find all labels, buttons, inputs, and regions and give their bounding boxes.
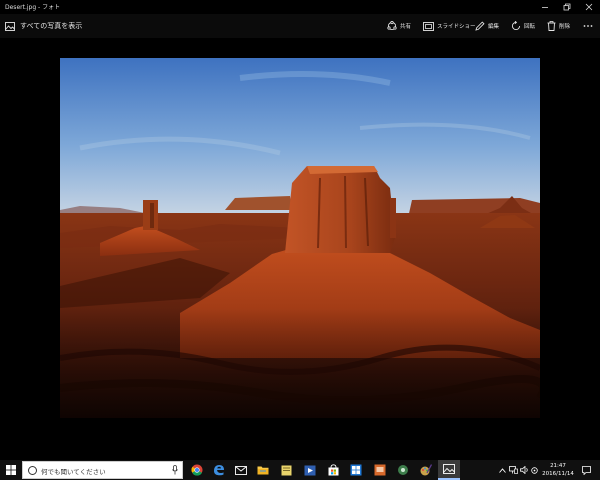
delete-label: 削除 bbox=[559, 24, 571, 30]
rotate-button[interactable]: 回転 bbox=[511, 19, 535, 33]
edit-label: 編集 bbox=[488, 24, 500, 30]
microphone-icon[interactable] bbox=[172, 465, 178, 475]
delete-button[interactable]: 削除 bbox=[547, 19, 570, 33]
search-placeholder: 何でも聞いてください bbox=[41, 468, 106, 476]
taskbar-file-explorer[interactable] bbox=[252, 460, 274, 480]
chrome-icon bbox=[191, 464, 203, 476]
mail-icon bbox=[235, 465, 247, 475]
pencil-icon bbox=[475, 21, 485, 31]
chevron-up-icon bbox=[498, 467, 506, 473]
note-icon bbox=[281, 465, 291, 475]
taskbar-presentation[interactable] bbox=[369, 460, 391, 480]
media-player-icon bbox=[304, 465, 316, 475]
rotate-label: 回転 bbox=[524, 24, 536, 30]
all-photos-button[interactable]: すべての写真を表示 bbox=[5, 19, 82, 33]
clock[interactable]: 21:47 2016/11/14 bbox=[536, 462, 580, 478]
edit-button[interactable]: 編集 bbox=[475, 19, 499, 33]
search-box[interactable]: 何でも聞いてください bbox=[22, 461, 183, 479]
network-icon bbox=[508, 466, 518, 474]
window-title: Desert.jpg - フォト bbox=[5, 4, 61, 11]
minimize-icon bbox=[542, 7, 548, 8]
photo-viewer[interactable] bbox=[0, 38, 600, 460]
taskbar-media-player[interactable] bbox=[299, 460, 321, 480]
share-icon bbox=[387, 21, 397, 31]
all-photos-label: すべての写真を表示 bbox=[20, 22, 83, 30]
show-hidden-icons-button[interactable] bbox=[497, 460, 507, 480]
taskbar-notes[interactable] bbox=[275, 460, 297, 480]
presentation-icon bbox=[374, 464, 386, 476]
taskbar-edge[interactable] bbox=[208, 460, 230, 480]
taskbar-mail[interactable] bbox=[230, 460, 252, 480]
start-button[interactable] bbox=[0, 460, 22, 480]
slideshow-button[interactable]: スライドショー bbox=[423, 19, 476, 33]
more-options-button[interactable] bbox=[583, 19, 593, 33]
windows-logo-icon bbox=[6, 465, 16, 475]
trash-icon bbox=[547, 21, 556, 31]
close-icon bbox=[585, 3, 593, 11]
restore-icon bbox=[563, 3, 571, 11]
rotate-icon bbox=[511, 21, 521, 31]
taskbar-security[interactable] bbox=[345, 460, 367, 480]
clock-date: 2016/11/14 bbox=[542, 471, 574, 477]
title-bar: Desert.jpg - フォト bbox=[0, 0, 600, 14]
edge-icon bbox=[214, 465, 224, 476]
taskbar-groove[interactable] bbox=[392, 460, 414, 480]
more-icon bbox=[583, 25, 593, 27]
volume-button[interactable] bbox=[519, 460, 529, 480]
folder-icon bbox=[257, 466, 269, 475]
close-button[interactable] bbox=[578, 0, 600, 14]
speaker-icon bbox=[519, 466, 528, 474]
slideshow-icon bbox=[423, 21, 434, 31]
windows-grid-icon bbox=[350, 464, 362, 476]
taskbar-paint[interactable] bbox=[415, 460, 437, 480]
share-label: 共有 bbox=[400, 24, 412, 30]
share-button[interactable]: 共有 bbox=[387, 19, 411, 33]
action-center-button[interactable] bbox=[580, 460, 592, 480]
notification-icon bbox=[581, 465, 591, 475]
photo-gallery-icon bbox=[5, 21, 15, 31]
taskbar-store[interactable] bbox=[322, 460, 344, 480]
slideshow-label: スライドショー bbox=[437, 24, 476, 30]
store-bag-icon bbox=[328, 464, 338, 476]
taskbar: 何でも聞いてください 21:47 2016/11/14 bbox=[0, 460, 600, 480]
paint-icon bbox=[420, 464, 432, 476]
clock-time: 21:47 bbox=[550, 463, 566, 469]
command-bar: すべての写真を表示 共有 スライドショー 編集 回転 削除 bbox=[0, 14, 600, 38]
desert-photo[interactable] bbox=[60, 58, 540, 418]
minimize-button[interactable] bbox=[534, 0, 556, 14]
photos-icon bbox=[443, 464, 455, 474]
network-button[interactable] bbox=[508, 460, 518, 480]
restore-button[interactable] bbox=[556, 0, 578, 14]
cortana-icon bbox=[28, 466, 37, 475]
taskbar-photos[interactable] bbox=[438, 460, 460, 480]
desert-photo-image bbox=[60, 58, 540, 418]
gear-circle-icon bbox=[398, 465, 408, 475]
taskbar-chrome[interactable] bbox=[186, 460, 208, 480]
